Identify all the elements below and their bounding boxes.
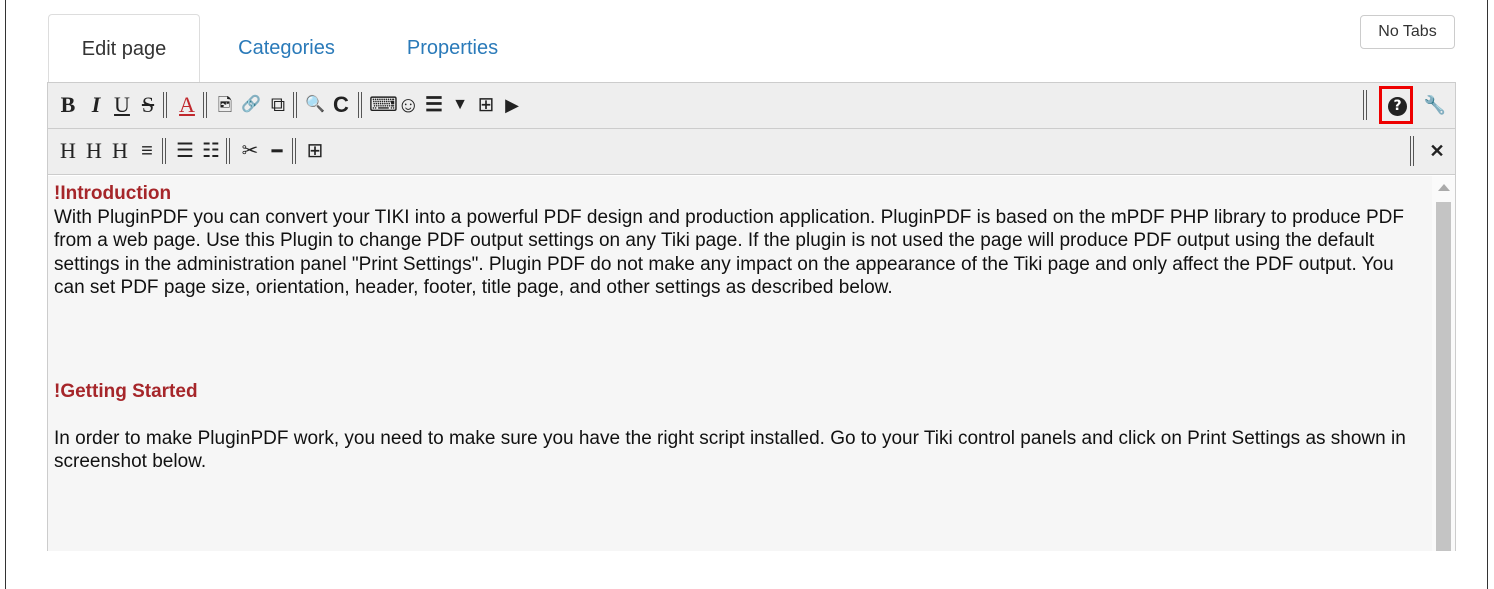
toolbar-separator	[226, 138, 230, 164]
scrollbar-thumb[interactable]	[1436, 202, 1451, 551]
paragraph-getting-started: In order to make PluginPDF work, you nee…	[54, 427, 1406, 473]
keyboard-icon[interactable]: ⌨	[369, 90, 398, 120]
toolbar-separator	[1410, 136, 1414, 166]
toolbar-separator	[293, 92, 297, 118]
underline-button[interactable]: U	[112, 90, 132, 120]
bold-button[interactable]: B	[58, 90, 78, 120]
toolbar-separator	[163, 92, 167, 118]
editor-textarea[interactable]: !Introduction With PluginPDF you can con…	[48, 176, 1455, 551]
wiki-editor: B I U S A 🖻 🔗 ⧉ 🔍 C ⌨ ☺ ☰ ▼ ⊞ ▶ ? 🔧 H H …	[47, 82, 1456, 551]
cut-icon[interactable]: ✂	[238, 136, 262, 166]
numbered-list-icon[interactable]: ☷	[200, 136, 222, 166]
scroll-up-arrow-icon[interactable]	[1438, 184, 1450, 191]
toolbar-separator	[1363, 90, 1367, 120]
blank-lines	[54, 300, 1424, 370]
text-color-button[interactable]: A	[176, 90, 198, 120]
italic-button[interactable]: I	[86, 90, 106, 120]
editor-toolbar-main: B I U S A 🖻 🔗 ⧉ 🔍 C ⌨ ☺ ☰ ▼ ⊞ ▶ ? 🔧	[48, 83, 1455, 129]
tab-categories[interactable]: Categories	[214, 14, 359, 82]
fullscreen-icon[interactable]: ✕	[1424, 136, 1450, 166]
horizontal-rule-icon[interactable]: ━	[266, 136, 288, 166]
tab-edit-page[interactable]: Edit page	[48, 14, 200, 84]
search-icon[interactable]: 🔍	[304, 90, 326, 120]
heading3-button[interactable]: H	[110, 136, 130, 166]
toolbar-separator	[162, 138, 166, 164]
refresh-icon[interactable]: C	[330, 90, 352, 120]
help-button[interactable]: ?	[1379, 86, 1413, 124]
page-frame-right	[1487, 0, 1488, 589]
toolbar-separator	[358, 92, 362, 118]
heading-getting-started: !Getting Started	[54, 380, 198, 402]
no-tabs-button[interactable]: No Tabs	[1360, 15, 1455, 49]
toolbar-separator	[203, 92, 207, 118]
heading1-button[interactable]: H	[58, 136, 78, 166]
table-icon[interactable]: ⊞	[475, 90, 497, 120]
bullet-list-icon[interactable]: ☰	[174, 136, 196, 166]
editor-text: !Introduction With PluginPDF you can con…	[54, 182, 1424, 474]
database-icon[interactable]: ☰	[423, 90, 445, 120]
tab-properties[interactable]: Properties	[380, 14, 525, 82]
toolbar-separator	[292, 138, 296, 164]
heading2-button[interactable]: H	[84, 136, 104, 166]
wrench-icon[interactable]: 🔧	[1422, 90, 1448, 120]
paragraph-introduction: With PluginPDF you can convert your TIKI…	[54, 206, 1405, 299]
link-icon[interactable]: 🔗	[240, 90, 262, 120]
page-frame-left	[5, 0, 6, 589]
play-icon[interactable]: ▶	[501, 90, 523, 120]
table-icon[interactable]: ⊞	[304, 136, 326, 166]
help-icon: ?	[1388, 97, 1407, 116]
editor-toolbar-format: H H H ≡ ☰ ☷ ✂ ━ ⊞ ✕	[48, 129, 1455, 175]
external-link-icon[interactable]: ⧉	[266, 90, 290, 120]
filter-icon[interactable]: ▼	[449, 90, 471, 120]
editor-scrollbar[interactable]	[1432, 176, 1455, 551]
align-center-icon[interactable]: ≡	[136, 136, 158, 166]
smiley-icon[interactable]: ☺	[397, 90, 419, 120]
image-icon[interactable]: 🖻	[214, 90, 236, 120]
heading-introduction: !Introduction	[54, 183, 172, 204]
strikethrough-button[interactable]: S	[138, 90, 158, 120]
